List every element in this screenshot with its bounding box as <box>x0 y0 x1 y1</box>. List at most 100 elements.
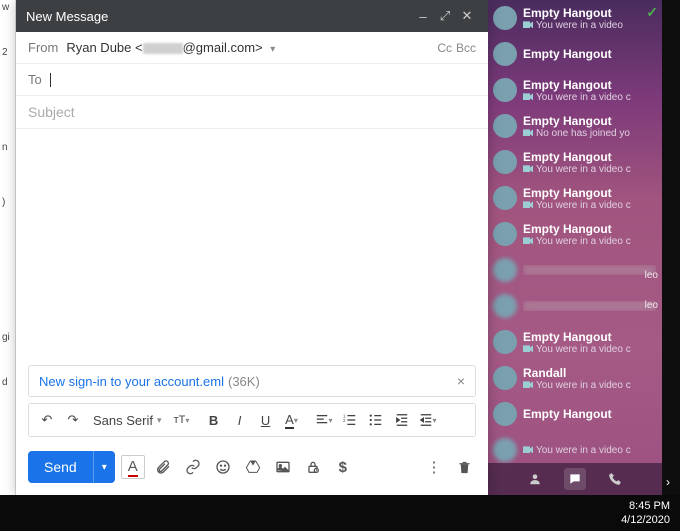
bcc-button[interactable]: Bcc <box>456 41 476 55</box>
confidential-mode-button[interactable] <box>301 455 325 479</box>
subject-input[interactable]: Subject <box>16 96 488 129</box>
scroll-right-icon[interactable]: › <box>666 475 670 489</box>
insert-drive-button[interactable] <box>241 455 265 479</box>
discard-draft-button[interactable] <box>452 455 476 479</box>
compose-title: New Message <box>26 9 412 24</box>
indent-more-button[interactable]: ▾ <box>416 408 440 432</box>
hangout-title: Randall <box>523 366 656 380</box>
font-selector[interactable]: Sans Serif ▾ <box>87 413 168 428</box>
send-button[interactable]: Send <box>28 451 93 483</box>
insert-link-button[interactable] <box>181 455 205 479</box>
hangout-title: Empty Hangout <box>523 47 656 61</box>
avatar <box>493 42 517 66</box>
blurred-email <box>143 43 183 54</box>
video-icon <box>523 93 533 100</box>
attach-file-button[interactable] <box>151 455 175 479</box>
insert-photo-button[interactable] <box>271 455 295 479</box>
chevron-down-icon[interactable]: ▾ <box>270 44 275 55</box>
redo-button[interactable]: ↷ <box>61 408 85 432</box>
system-clock[interactable]: 8:45 PM 4/12/2020 <box>621 499 670 528</box>
to-label: To <box>28 72 42 87</box>
indent-less-button[interactable] <box>390 408 414 432</box>
remove-attachment-button[interactable]: × <box>457 373 465 389</box>
bullet-list-button[interactable] <box>364 408 388 432</box>
phone-icon[interactable] <box>604 468 626 490</box>
hangout-item[interactable]: Empty HangoutYou were in a video c <box>487 144 662 180</box>
hangout-item[interactable]: RandallYou were in a video c <box>487 360 662 396</box>
hangout-title: Empty Hangout <box>523 78 656 92</box>
hangout-item[interactable]: Empty HangoutYou were in a video c <box>487 324 662 360</box>
windows-taskbar[interactable]: 8:45 PM 4/12/2020 <box>0 495 680 531</box>
insert-emoji-button[interactable] <box>211 455 235 479</box>
avatar <box>493 6 517 30</box>
avatar <box>493 330 517 354</box>
avatar <box>493 186 517 210</box>
close-button[interactable]: ✕ <box>456 8 478 24</box>
send-options-button[interactable]: ▾ <box>93 451 115 483</box>
more-options-button[interactable]: ⋮ <box>422 455 446 479</box>
text-cursor <box>50 73 51 87</box>
video-icon <box>523 21 533 28</box>
avatar <box>493 366 517 390</box>
numbered-list-button[interactable]: 12 <box>338 408 362 432</box>
hangout-title <box>523 301 656 311</box>
hangout-subtitle: You were in a video <box>523 20 656 31</box>
avatar <box>493 150 517 174</box>
avatar <box>493 78 517 102</box>
compose-header[interactable]: New Message – ⤢ ✕ <box>16 0 488 32</box>
contacts-icon[interactable] <box>524 468 546 490</box>
svg-text:2: 2 <box>343 418 346 423</box>
hangout-item[interactable] <box>487 252 662 288</box>
video-icon <box>523 129 533 136</box>
video-icon <box>523 201 533 208</box>
hangout-item[interactable]: Empty HangoutYou were in a video <box>487 0 662 36</box>
bold-button[interactable]: B <box>202 408 226 432</box>
formatting-toolbar: ↶ ↷ Sans Serif ▾ тT▾ B I U A▾ ▾ 12 ▾ <box>28 403 476 437</box>
hangout-item[interactable]: Empty HangoutYou were in a video c <box>487 216 662 252</box>
hangout-item[interactable]: Empty Hangout <box>487 396 662 432</box>
video-icon <box>523 446 533 453</box>
hangout-item[interactable]: Empty Hangout <box>487 36 662 72</box>
hangout-title: Empty Hangout <box>523 186 656 200</box>
hangout-item[interactable] <box>487 288 662 324</box>
from-row[interactable]: From Ryan Dube <@gmail.com> ▾ Cc Bcc <box>16 32 488 64</box>
hangout-title <box>523 265 656 275</box>
avatar <box>493 294 517 318</box>
date: 4/12/2020 <box>621 513 670 527</box>
chat-icon[interactable] <box>564 468 586 490</box>
formatting-toggle-button[interactable]: A <box>121 455 145 479</box>
hangout-title: Empty Hangout <box>523 6 656 20</box>
avatar <box>493 258 517 282</box>
fullscreen-button[interactable]: ⤢ <box>434 8 456 24</box>
minimize-button[interactable]: – <box>412 9 434 24</box>
hangouts-footer <box>487 463 662 495</box>
from-address[interactable]: Ryan Dube <@gmail.com> ▾ <box>66 40 433 55</box>
hangout-item[interactable]: Empty HangoutNo one has joined yo <box>487 108 662 144</box>
hangout-title: Empty Hangout <box>523 407 656 421</box>
cc-button[interactable]: Cc <box>437 41 452 55</box>
hangout-subtitle: You were in a video c <box>523 445 656 456</box>
hangout-subtitle: You were in a video c <box>523 200 656 211</box>
insert-money-button[interactable]: $ <box>331 455 355 479</box>
font-size-button[interactable]: тT▾ <box>170 408 194 432</box>
compose-body[interactable] <box>16 129 488 365</box>
video-icon <box>523 345 533 352</box>
hangout-item[interactable]: Empty HangoutYou were in a video c <box>487 72 662 108</box>
avatar <box>493 402 517 426</box>
align-button[interactable]: ▾ <box>312 408 336 432</box>
video-icon <box>523 165 533 172</box>
from-label: From <box>28 40 58 55</box>
hangout-item[interactable]: Empty HangoutYou were in a video c <box>487 180 662 216</box>
underline-button[interactable]: U <box>254 408 278 432</box>
hangout-title: Empty Hangout <box>523 330 656 344</box>
undo-button[interactable]: ↶ <box>35 408 59 432</box>
italic-button[interactable]: I <box>228 408 252 432</box>
avatar <box>493 438 517 462</box>
hangout-subtitle: No one has joined yo <box>523 128 656 139</box>
time: 8:45 PM <box>621 499 670 513</box>
scrollbar-track[interactable]: › <box>662 0 680 495</box>
attachment-chip[interactable]: New sign-in to your account.eml (36K) × <box>28 365 476 397</box>
to-row[interactable]: To <box>16 64 488 96</box>
text-color-button[interactable]: A▾ <box>280 408 304 432</box>
hangout-title: Empty Hangout <box>523 222 656 236</box>
